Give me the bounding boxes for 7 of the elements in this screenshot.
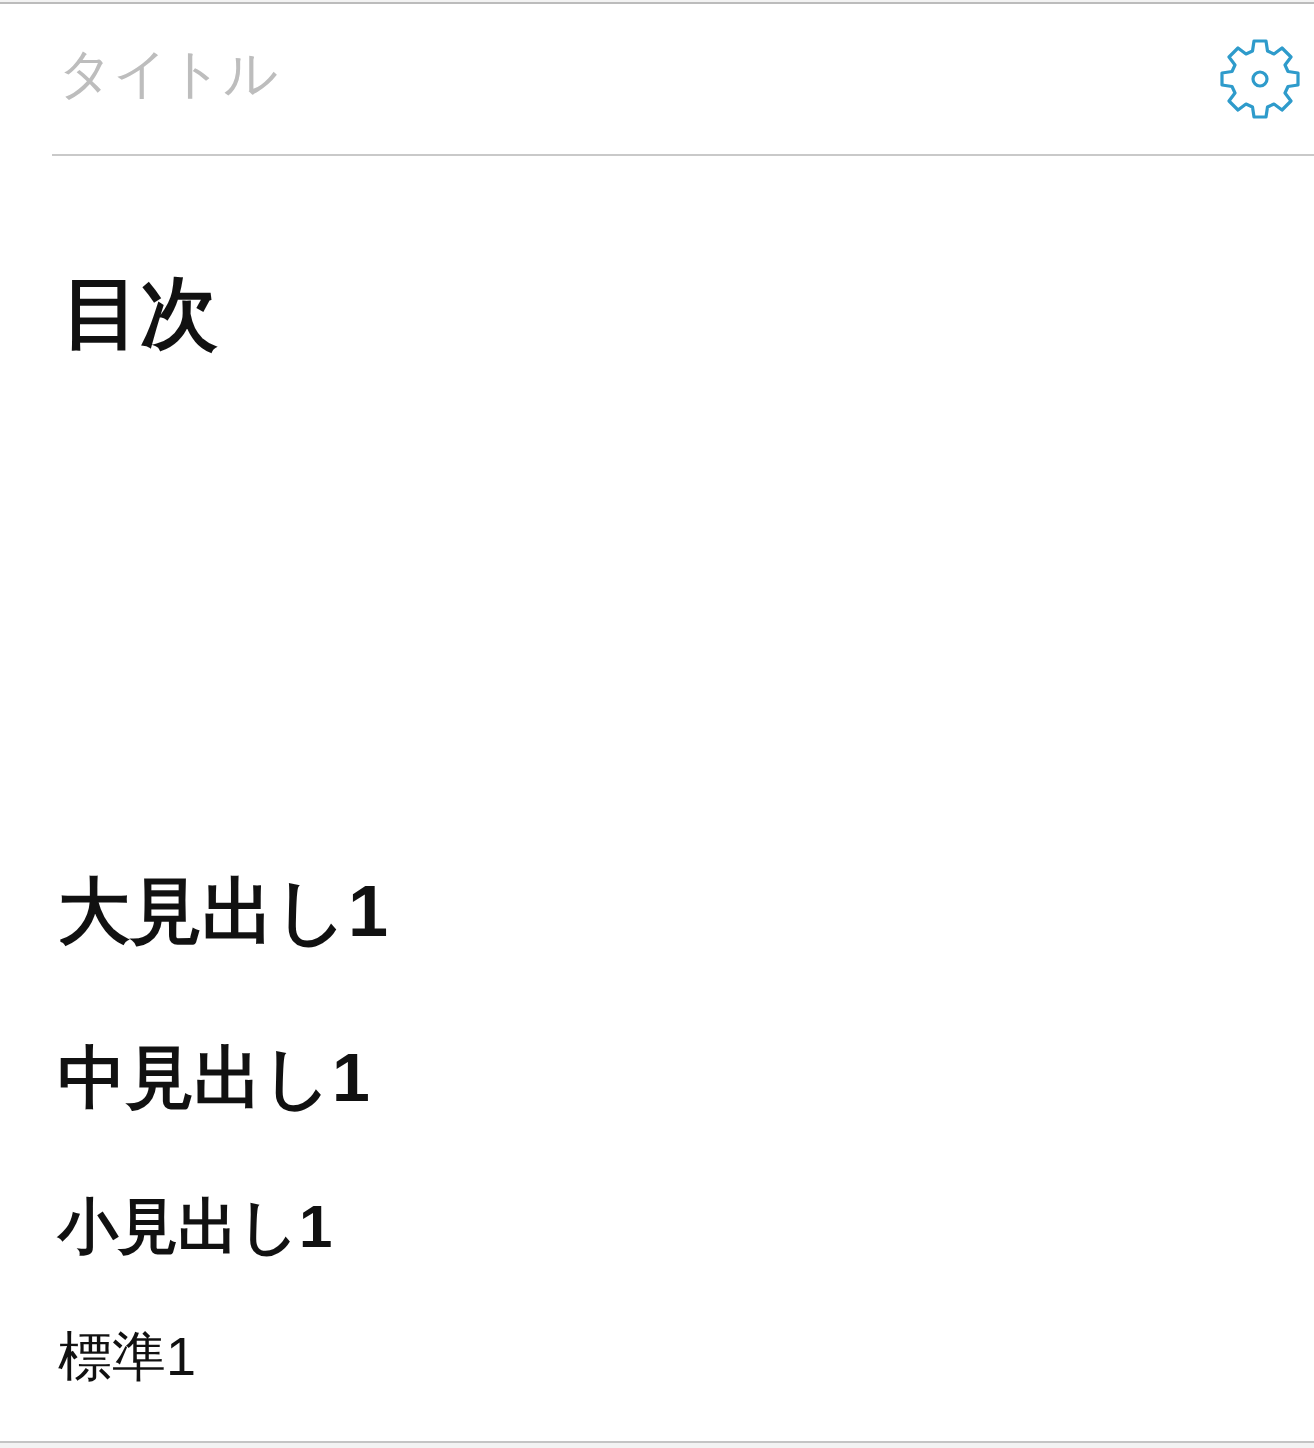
toc-heading: 目次 bbox=[61, 268, 218, 359]
small-heading: 小見出し1 bbox=[58, 1192, 333, 1262]
settings-icon[interactable] bbox=[1218, 37, 1302, 121]
body-text: 標準1 bbox=[58, 1325, 197, 1388]
large-heading: 大見出し1 bbox=[58, 870, 389, 953]
title-field[interactable]: タイトル bbox=[52, 33, 618, 125]
medium-heading: 中見出し1 bbox=[58, 1038, 370, 1117]
